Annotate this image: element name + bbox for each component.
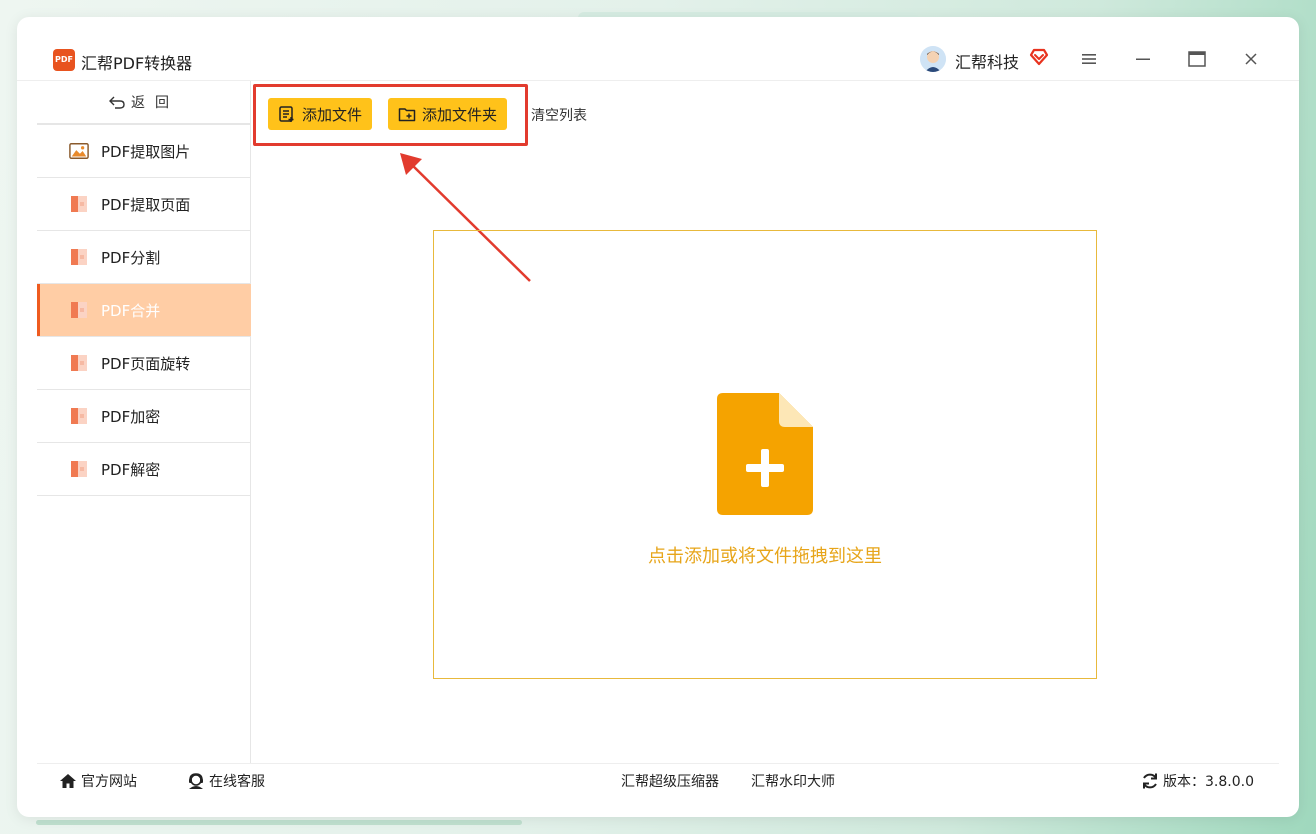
close-button[interactable] (1237, 45, 1265, 73)
close-icon (1245, 53, 1257, 65)
pdf-file-icon (69, 194, 89, 214)
sidebar-item-pdf-split[interactable]: PDF分割 (37, 231, 251, 284)
hamburger-icon (1082, 54, 1096, 64)
version-info[interactable]: 版本：3.8.0.0 (1141, 764, 1254, 798)
watermark-label: 汇帮水印大师 (751, 774, 835, 790)
minimize-icon (1136, 58, 1150, 60)
sidebar-item-pdf-rotate[interactable]: PDF页面旋转 (37, 337, 251, 390)
menu-button[interactable] (1075, 45, 1103, 73)
pdf-file-icon (69, 247, 89, 267)
nav-list: PDF提取图片 PDF提取页面 PDF分割 PDF合并 PDF页面旋转 PDF加… (37, 125, 251, 496)
home-icon (60, 774, 76, 788)
sidebar-item-label: PDF解密 (101, 460, 161, 479)
file-drop-zone[interactable]: 点击添加或将文件拖拽到这里 (433, 230, 1097, 679)
sidebar-item-pdf-merge[interactable]: PDF合并 (37, 284, 251, 337)
official-website-label: 官方网站 (81, 774, 137, 790)
sidebar-item-pdf-extract-images[interactable]: PDF提取图片 (37, 125, 251, 178)
sidebar-item-label: PDF页面旋转 (101, 354, 191, 373)
refresh-icon (1143, 773, 1157, 789)
app-window: PDF 汇帮PDF转换器 汇帮科技 返回 PDF提取图片 PDF提取页面 PDF… (17, 17, 1299, 817)
compressor-link[interactable]: 汇帮超级压缩器 (621, 764, 719, 798)
pdf-file-icon (69, 300, 89, 320)
compressor-label: 汇帮超级压缩器 (621, 774, 719, 790)
footer: 官方网站 在线客服 汇帮超级压缩器 汇帮水印大师 版本：3.8.0.0 (37, 763, 1279, 817)
watermark-link[interactable]: 汇帮水印大师 (751, 764, 835, 798)
clear-list-button[interactable]: 清空列表 (531, 105, 587, 125)
maximize-icon (1188, 51, 1206, 67)
sidebar-item-pdf-decrypt[interactable]: PDF解密 (37, 443, 251, 496)
official-website-link[interactable]: 官方网站 (59, 764, 137, 798)
app-logo: PDF (53, 49, 75, 71)
sidebar-item-label: PDF合并 (101, 301, 161, 320)
sidebar-item-pdf-encrypt[interactable]: PDF加密 (37, 390, 251, 443)
sidebar-item-label: PDF提取图片 (101, 142, 191, 161)
pdf-file-icon (69, 459, 89, 479)
back-button[interactable]: 返回 (37, 81, 251, 125)
app-title: 汇帮PDF转换器 (81, 54, 193, 73)
title-bar: PDF 汇帮PDF转换器 汇帮科技 (17, 17, 1299, 81)
version-label: 版本：3.8.0.0 (1163, 774, 1254, 790)
support-icon (189, 773, 203, 789)
user-name[interactable]: 汇帮科技 (955, 49, 1019, 73)
online-support-link[interactable]: 在线客服 (187, 764, 265, 798)
sidebar: 返回 PDF提取图片 PDF提取页面 PDF分割 PDF合并 PDF页面旋转 P… (37, 81, 251, 763)
vip-badge-icon[interactable] (1029, 47, 1049, 71)
annotation-highlight-box (253, 84, 528, 146)
background-decoration (36, 820, 522, 825)
online-support-label: 在线客服 (209, 774, 265, 790)
maximize-button[interactable] (1183, 45, 1211, 73)
sidebar-item-label: PDF加密 (101, 407, 161, 426)
pdf-file-icon (69, 353, 89, 373)
add-document-icon (717, 393, 813, 515)
back-arrow-icon (109, 96, 125, 109)
sidebar-item-label: PDF提取页面 (101, 195, 191, 214)
image-icon (69, 141, 89, 161)
drop-zone-text: 点击添加或将文件拖拽到这里 (648, 546, 882, 567)
pdf-file-icon (69, 406, 89, 426)
minimize-button[interactable] (1129, 45, 1157, 73)
sidebar-item-label: PDF分割 (101, 248, 161, 267)
sidebar-item-pdf-extract-pages[interactable]: PDF提取页面 (37, 178, 251, 231)
user-avatar[interactable] (920, 46, 946, 72)
back-label: 返回 (131, 95, 179, 111)
